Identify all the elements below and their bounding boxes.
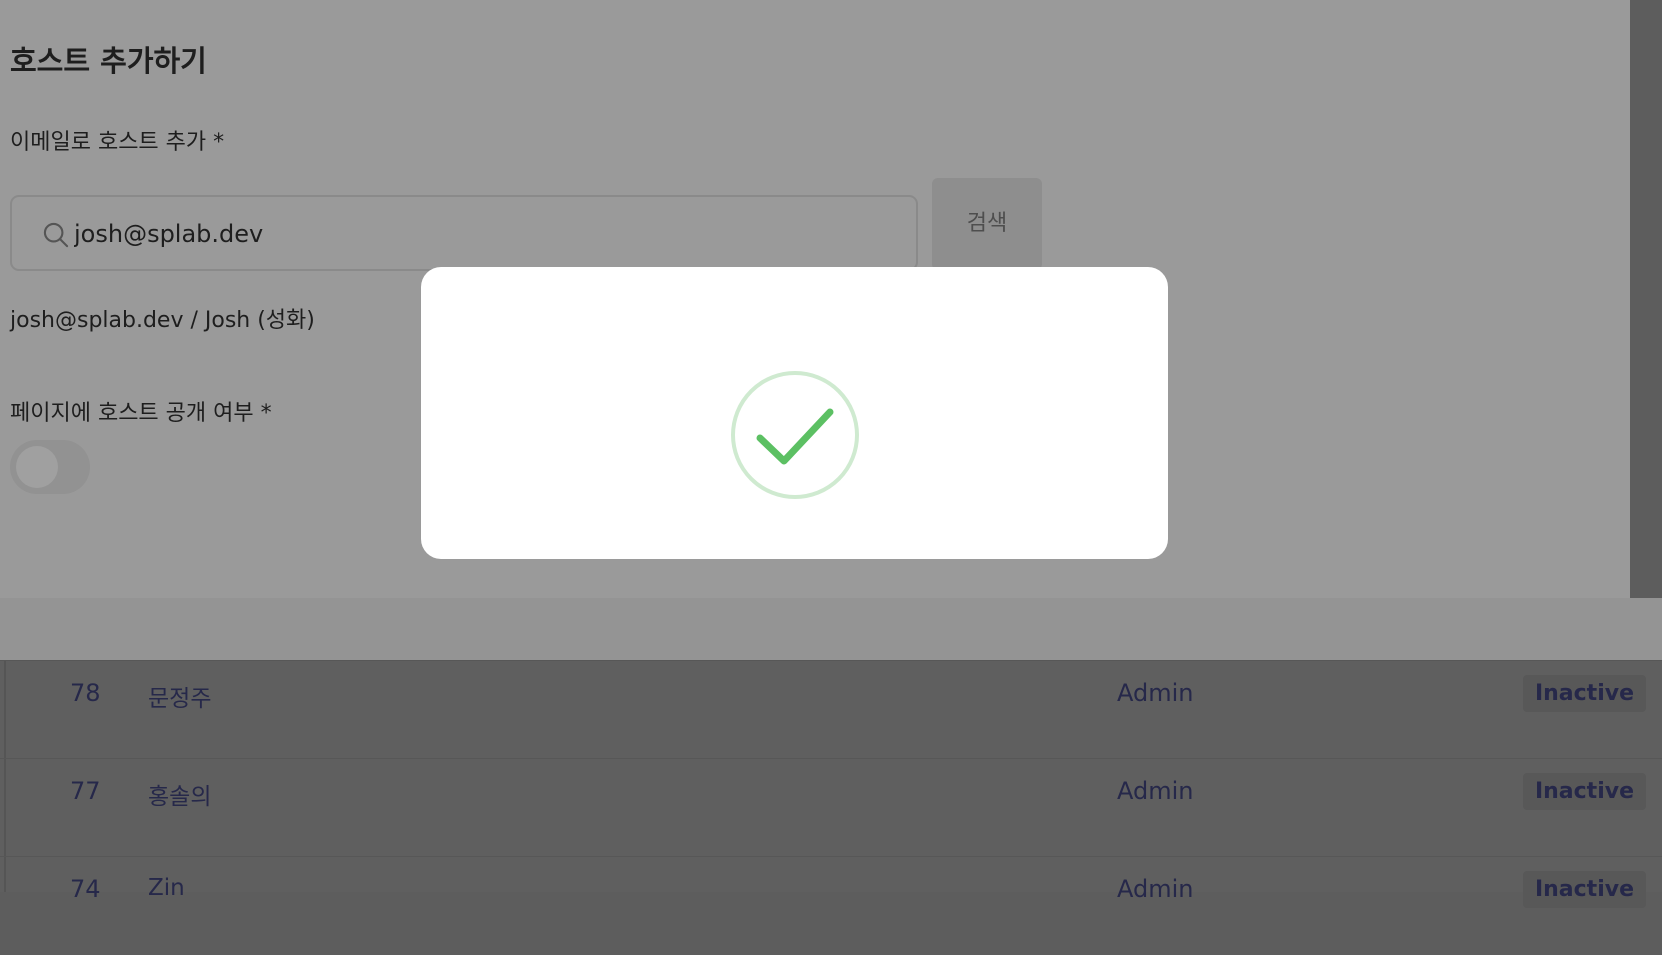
search-result[interactable]: josh@splab.dev / Josh (성화) [10,302,315,334]
email-label: 이메일로 호스트 추가 * [10,130,225,155]
toggle-knob [16,446,58,488]
table-row[interactable]: 78 문정주 Admin Inactive [0,660,1662,759]
success-check-icon [731,371,859,499]
row-name: Zin [148,875,185,901]
search-button[interactable]: 검색 [932,178,1042,270]
email-search-field[interactable] [10,195,918,271]
table-row[interactable]: 74 Zin Admin Inactive [0,856,1662,955]
row-id: 77 [70,777,101,805]
row-role: Admin [1117,777,1194,805]
host-table: 78 문정주 Admin Inactive 77 홍솔의 Admin Inact… [0,660,1662,908]
status-badge: Inactive [1522,871,1646,908]
row-role: Admin [1117,679,1194,707]
table-row[interactable]: 77 홍솔의 Admin Inactive [0,758,1662,857]
status-badge: Inactive [1522,773,1646,810]
visibility-label: 페이지에 호스트 공개 여부 * [10,401,272,426]
row-name: 문정주 [148,686,212,712]
visibility-toggle[interactable] [10,440,90,494]
status-badge: Inactive [1522,675,1646,712]
row-id: 74 [70,875,101,903]
row-id: 78 [70,679,101,707]
page-title: 호스트 추가하기 [10,44,207,78]
row-name: 홍솔의 [148,784,212,810]
success-modal [421,267,1168,559]
search-icon [43,222,69,248]
row-role: Admin [1117,875,1194,903]
search-input[interactable] [72,213,896,255]
panel-footer [0,598,1662,660]
